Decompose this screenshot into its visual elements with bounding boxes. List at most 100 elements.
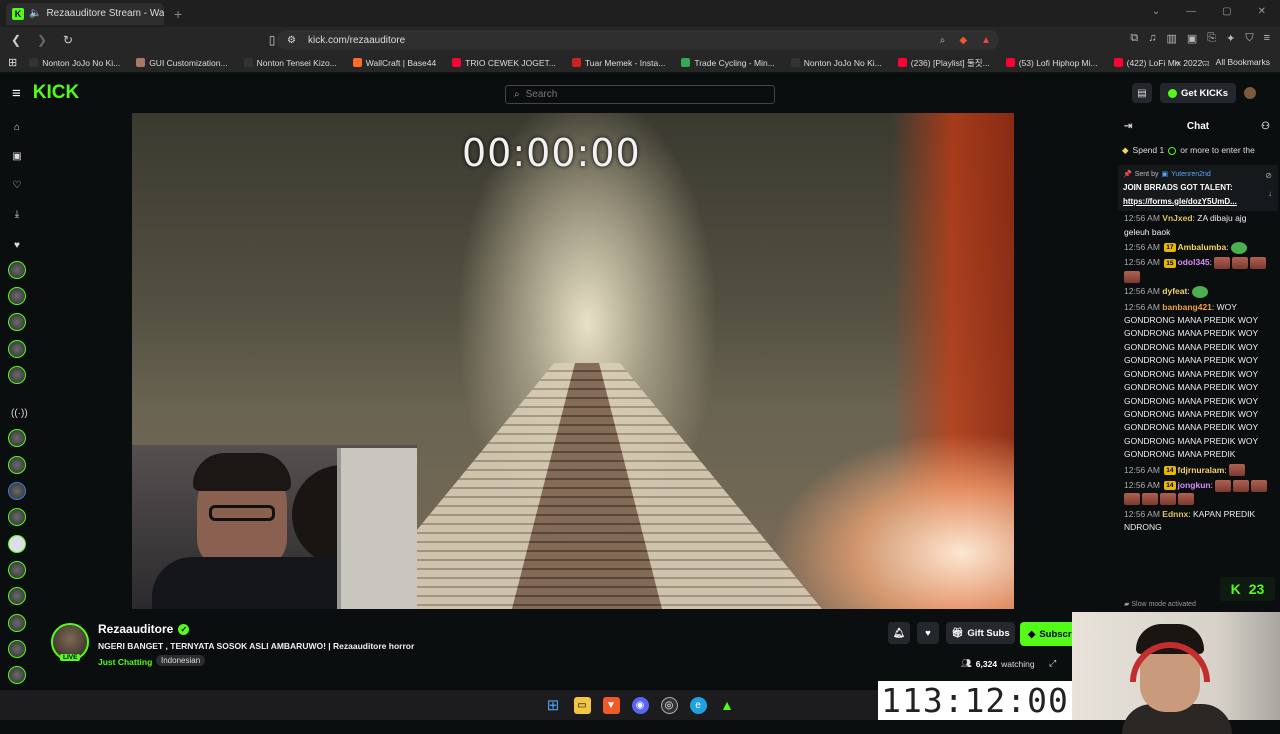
collapse-chat-icon[interactable]: ⇥ [1124,120,1132,133]
recommended-channel-avatar[interactable] [8,456,26,474]
menu-icon[interactable]: ≡ [1264,32,1270,45]
vpn-icon[interactable]: ⛉ [1245,32,1253,45]
sidebar-icon[interactable]: ▥ [1166,32,1176,45]
close-window-button[interactable]: ✕ [1258,6,1266,17]
shield-icon[interactable]: ◆ [959,35,967,46]
stream-title: NGERI BANGET , TERNYATA SOSOK ASLI AMBAR… [98,641,415,651]
search-box[interactable]: ⌕ [505,85,775,104]
extensions-icon[interactable]: ⧉ [1130,32,1138,45]
windows-start-icon[interactable]: ⊞ [545,697,562,714]
video-player[interactable]: 00:00:00 [132,113,1014,609]
recommended-channel-avatar[interactable] [8,587,26,605]
recommended-channel-avatar[interactable] [8,561,26,579]
chat-username[interactable]: fdjrnuralam [1178,465,1225,475]
bookmark-item[interactable]: TRIO CEWEK JOGET... [452,57,556,69]
expand-pinned-icon[interactable]: ↓ [1268,187,1272,200]
forward-icon[interactable]: ❯ [32,33,52,47]
bookmark-item[interactable]: (53) Lofi Hiphop Mi... [1005,57,1098,69]
media-icon[interactable]: ♫ [1148,32,1156,45]
followed-channel-avatar[interactable] [8,313,26,331]
url-field[interactable]: ⚙ kick.com/rezaauditore ⌕ ◆ ▲ [277,30,999,50]
site-info-icon[interactable]: ⚙ [287,35,296,46]
search-input[interactable] [525,89,746,100]
bookmark-item[interactable]: WallCraft | Base44 [352,57,436,69]
get-kicks-button[interactable]: Get KICKs [1160,83,1236,103]
followed-channel-avatar[interactable] [8,340,26,358]
chat-text: WOY GONDRONG MANA PREDIK WOY GONDRONG MA… [1124,301,1258,460]
bookmark-item[interactable]: Nonton Tensei Kizo... [243,57,337,69]
category-link[interactable]: Just Chatting [98,657,152,667]
spend-notice[interactable]: ◆ Spend 1 or more to enter the [1116,141,1280,161]
obs-icon[interactable]: ◎ [660,696,678,714]
kick-logo[interactable]: KICK [33,82,79,104]
maximize-button[interactable]: ▢ [1222,6,1231,17]
rewards-icon[interactable]: ▲ [981,35,991,46]
followed-channel-avatar[interactable] [8,261,26,279]
browser-tab[interactable]: K 🔈 Rezaauditore Stream - Watch ✕ [6,2,164,25]
new-tab-button[interactable]: + [174,6,182,22]
discord-icon[interactable]: ◉ [631,696,649,714]
recommended-channel-avatar[interactable] [8,482,26,500]
recommended-channel-avatar[interactable] [8,535,26,553]
minimize-button[interactable]: — [1186,6,1196,17]
chat-username[interactable]: VnJxed [1162,213,1192,223]
chat-username[interactable]: dyfeat [1162,286,1187,296]
streamer-name[interactable]: Rezaauditore [98,622,173,636]
ai-icon[interactable]: ✦ [1226,32,1235,45]
home-icon[interactable]: ⌂ [11,122,23,134]
recommended-channel-avatar[interactable] [8,640,26,658]
tab-search-icon[interactable]: ⌄ [1152,6,1160,17]
back-icon[interactable]: ❮ [6,33,26,47]
recommended-channel-avatar[interactable] [8,508,26,526]
all-bookmarks-button[interactable]: All Bookmarks [1216,57,1270,68]
chat-username[interactable]: Ednnx [1162,509,1188,519]
reload-icon[interactable]: ↻ [58,33,78,47]
app-triangle-icon[interactable]: ▲ [719,697,736,714]
badge-icon: ▣ [1161,171,1169,178]
bookmark-item[interactable]: Trade Cycling - Min... [681,57,775,69]
share-icon[interactable]: ⤢ [1049,658,1056,669]
chat-message: 12:56 AM banbang421: WOY GONDRONG MANA P… [1124,301,1258,460]
pinned-sender[interactable]: Yutenren2nd [1171,168,1211,181]
more-bookmarks-icon[interactable]: » [1175,57,1180,68]
url-text[interactable]: kick.com/rezaauditore [308,35,405,46]
chat-username[interactable]: Ambalumba [1178,242,1227,252]
gift-subs-button[interactable]: 🎁︎ Gift Subs [946,622,1015,644]
edge-icon[interactable]: e [689,696,707,714]
brave-browser-icon[interactable]: ▼ [602,696,620,714]
follow-heart-button[interactable]: ♥ [917,622,939,644]
browse-icon[interactable]: ▣ [11,151,23,163]
file-explorer-icon[interactable]: ▭ [573,696,591,714]
recommended-channel-avatar[interactable] [8,429,26,447]
notification-bell-button[interactable]: 🔔︎ [888,622,910,644]
bookmark-item[interactable]: Nonton JoJo No Ki... [790,57,882,69]
bookmark-item[interactable]: (236) [Playlist] 둘짓... [897,57,990,69]
bookmark-item[interactable]: GUI Customization... [136,57,228,69]
copy-icon[interactable]: ⎘ [1207,32,1216,45]
bookmark-item[interactable]: Nonton JoJo No Ki... [29,57,120,69]
apps-icon[interactable]: ⊞ [8,56,17,69]
menu-icon[interactable]: ≡ [12,85,21,102]
followed-channel-avatar[interactable] [8,366,26,384]
kick-coin-icon [1168,88,1178,98]
chat-username[interactable]: odol345 [1178,257,1210,267]
followed-channel-avatar[interactable] [8,287,26,305]
pinned-link[interactable]: https://forms.gle/dozY5UmD... [1123,195,1273,208]
chat-username[interactable]: banbang421 [1162,302,1212,312]
bookmark-item[interactable]: Tuar Memek - Insta... [571,57,665,69]
download-icon[interactable]: ⤓ [11,209,23,221]
theatre-toggle-icon[interactable]: ▤ [1132,83,1153,103]
recommended-channel-avatar[interactable] [8,666,26,684]
wallet-icon[interactable]: ▣ [1187,32,1197,45]
chat-users-icon[interactable]: ⚇ [1261,120,1270,133]
zoom-search-icon[interactable]: ⌕ [940,35,946,46]
language-tag[interactable]: Indonesian [156,655,206,666]
bookmark-label: GUI Customization... [149,57,228,68]
header-actions: ▤ Get KICKs [1132,83,1256,103]
chat-username[interactable]: jongkun [1178,480,1211,490]
user-avatar[interactable] [1244,87,1256,99]
bookmark-favicon-icon [897,58,907,67]
following-icon[interactable]: ♡ [11,180,23,192]
recommended-channel-avatar[interactable] [8,614,26,632]
unpin-icon[interactable]: ⊘ [1265,169,1272,182]
